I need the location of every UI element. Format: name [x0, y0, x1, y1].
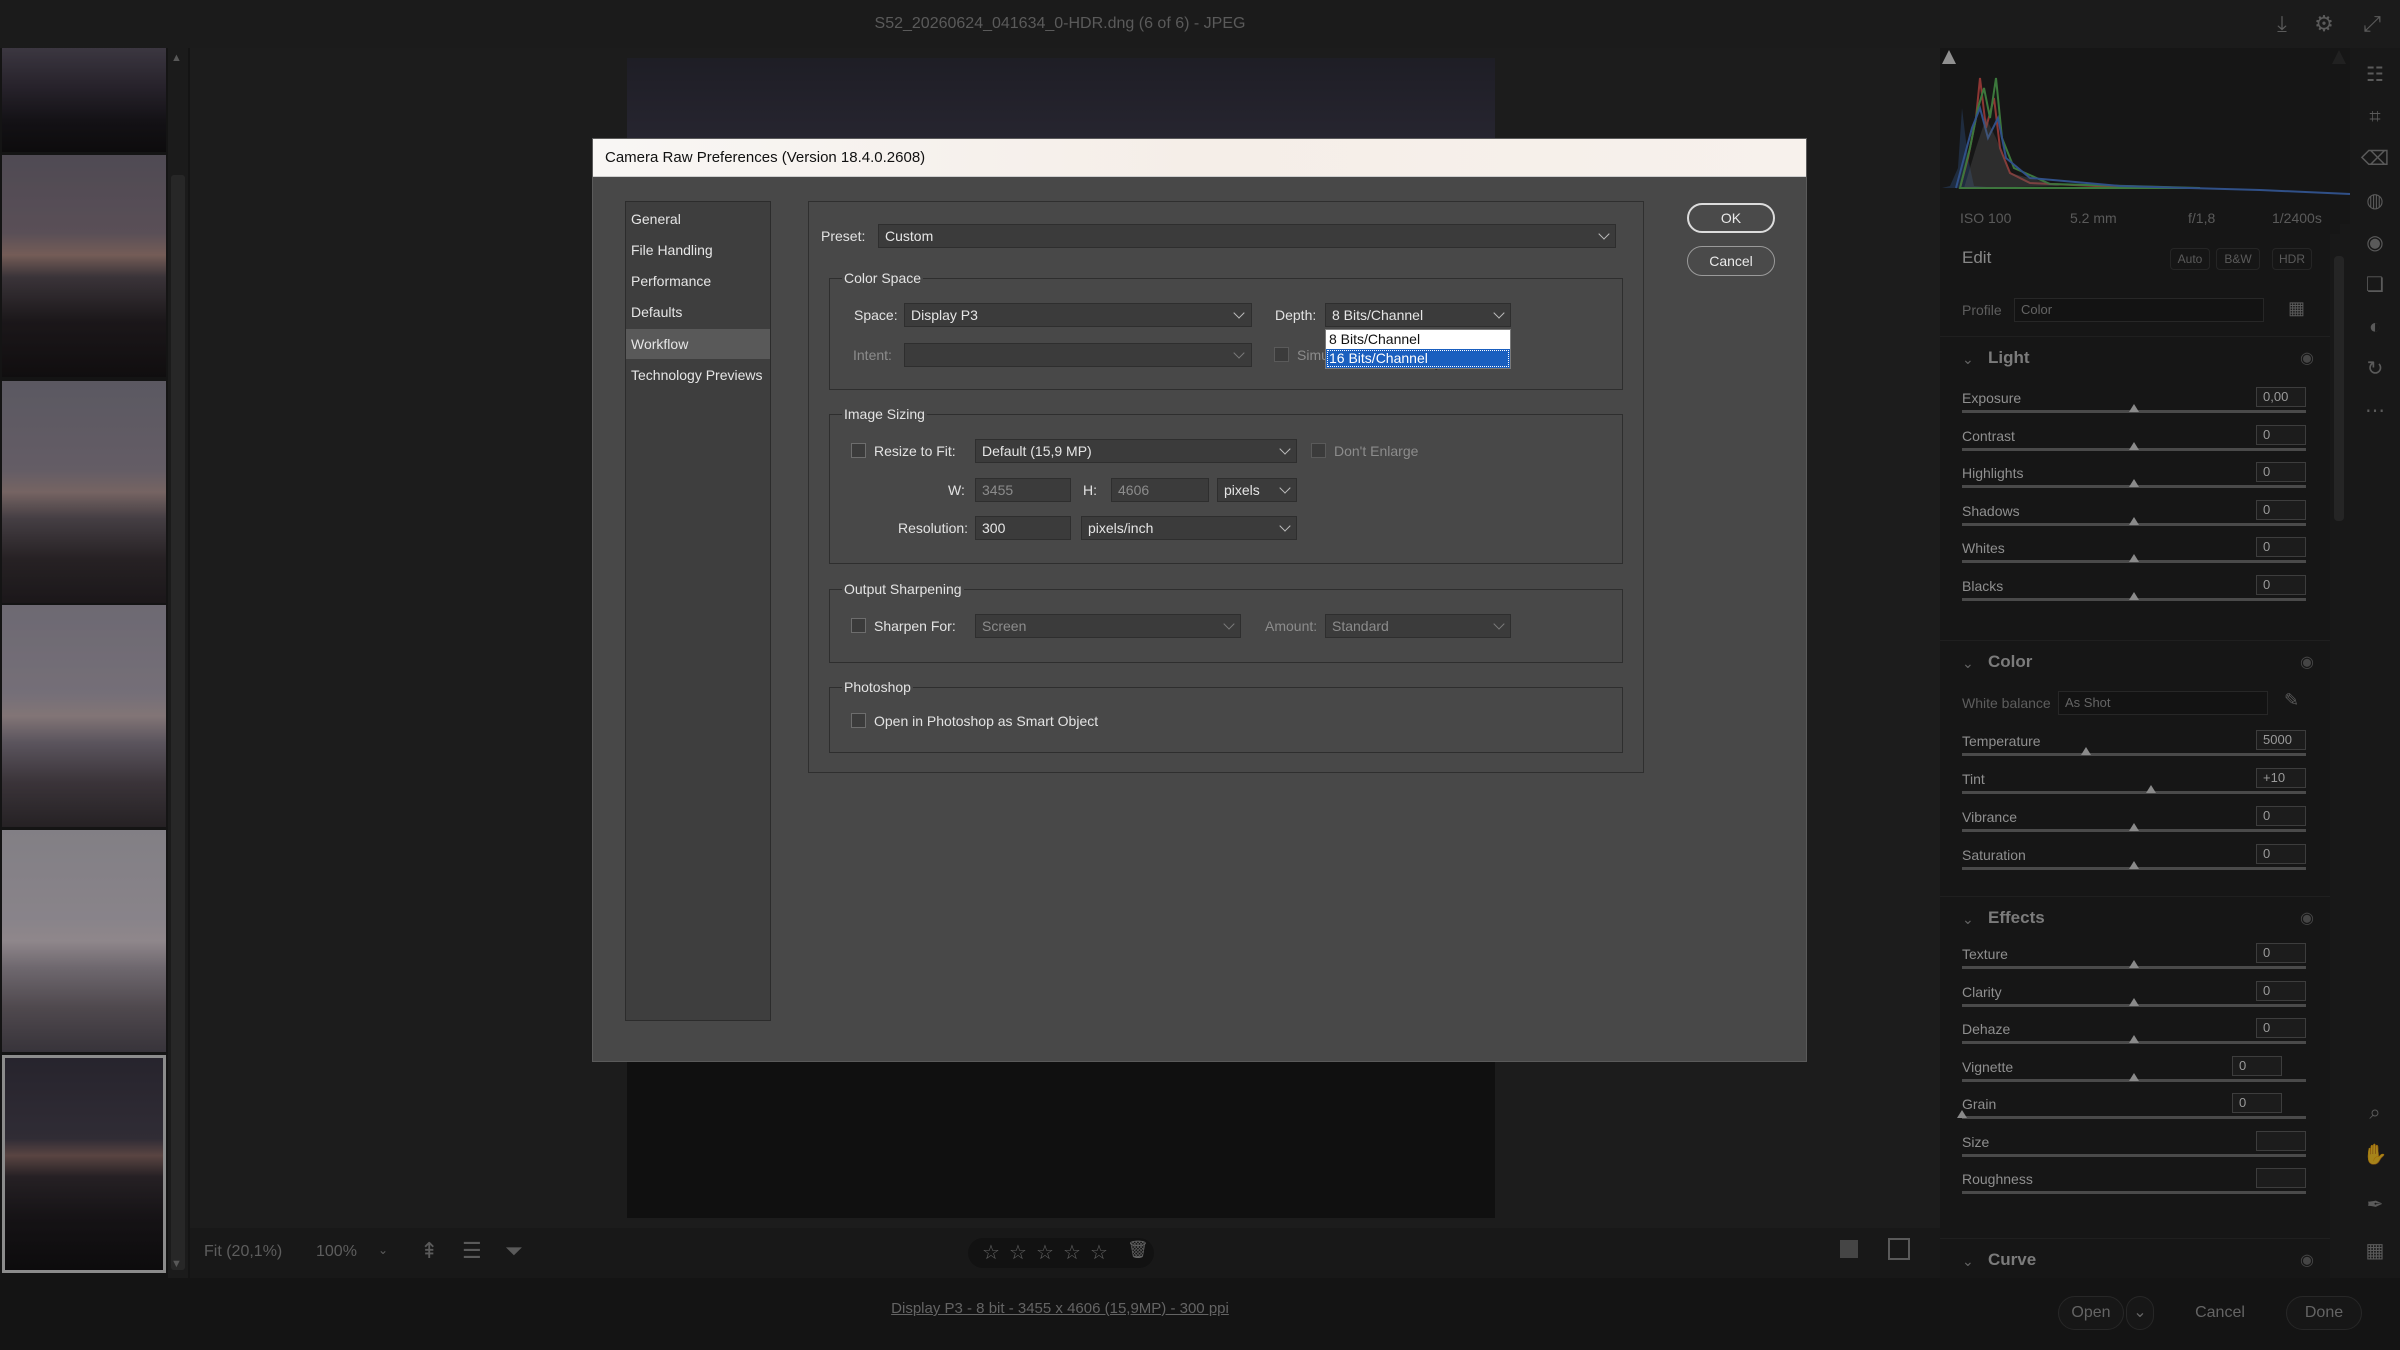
slider-label: Vignette: [1962, 1058, 2014, 1075]
color-space-title: Color Space: [842, 270, 924, 286]
resize-to-fit-select[interactable]: Default (15,9 MP): [975, 439, 1297, 463]
resolution-input[interactable]: 300: [975, 516, 1071, 540]
slider-value-input[interactable]: 0: [2256, 574, 2306, 595]
slider-handle[interactable]: [2129, 591, 2139, 600]
slider-handle[interactable]: [1957, 1110, 1967, 1118]
slider-value-input[interactable]: +10: [2256, 768, 2306, 788]
nav-defaults[interactable]: Defaults: [626, 297, 770, 327]
resolution-unit-select[interactable]: pixels/inch: [1081, 516, 1297, 540]
preset-select[interactable]: Custom: [878, 224, 1616, 248]
slider-label: Exposure: [1962, 390, 2022, 406]
nav-workflow[interactable]: Workflow: [626, 329, 770, 359]
space-label: Space:: [854, 307, 898, 323]
resize-to-fit-label: Resize to Fit:: [874, 443, 956, 459]
smart-object-label: Open in Photoshop as Smart Object: [874, 713, 1099, 729]
nav-technology-previews[interactable]: Technology Previews: [626, 360, 770, 390]
simulate-paper-ink-checkbox[interactable]: [1274, 347, 1289, 362]
dont-enlarge-checkbox[interactable]: [1311, 443, 1326, 458]
slider-handle[interactable]: [2129, 554, 2139, 562]
intent-select[interactable]: [904, 343, 1252, 367]
slider-label: Texture: [1962, 946, 2008, 962]
slider-label: Blacks: [1962, 577, 2004, 594]
preset-label: Preset:: [821, 228, 866, 244]
sharpen-for-label: Sharpen For:: [874, 618, 956, 634]
dont-enlarge-label: Don't Enlarge: [1334, 443, 1419, 459]
slider-value-input[interactable]: 0: [2256, 980, 2306, 1001]
photoshop-title: Photoshop: [842, 679, 913, 695]
smart-object-checkbox[interactable]: [851, 713, 866, 728]
space-select[interactable]: Display P3: [904, 303, 1252, 327]
sharpen-for-select[interactable]: Screen: [975, 614, 1241, 638]
slider-label: Shadows: [1962, 502, 2020, 519]
slider-handle[interactable]: [2080, 747, 2091, 755]
height-label: H:: [1083, 482, 1097, 498]
slider-handle[interactable]: [2129, 441, 2139, 450]
width-input[interactable]: 3455: [975, 478, 1071, 502]
slider-label: Whites: [1962, 540, 2005, 556]
slider-track[interactable]: [1962, 753, 2306, 756]
slider-handle[interactable]: [2129, 823, 2139, 831]
slider-value-input[interactable]: 0: [2232, 1093, 2282, 1113]
nav-general[interactable]: General: [626, 204, 770, 234]
slider-track[interactable]: [1962, 1153, 2306, 1157]
slider-label: Dehaze: [1962, 1021, 2011, 1037]
slider-label: Clarity: [1962, 983, 2002, 1000]
dialog-title: Camera Raw Preferences (Version 18.4.0.2…: [605, 149, 926, 166]
slider-handle[interactable]: [2129, 997, 2139, 1006]
slider-label: Temperature: [1962, 733, 2041, 749]
slider-value-input[interactable]: 0: [2256, 537, 2306, 557]
slider-label: Contrast: [1962, 427, 2015, 444]
resize-to-fit-checkbox[interactable]: [851, 443, 866, 458]
slider-value-input[interactable]: 0: [2256, 499, 2306, 520]
depth-option-16bit[interactable]: 16 Bits/Channel: [1326, 349, 1510, 368]
slider-value-input[interactable]: 0: [2232, 1055, 2282, 1076]
slider-handle[interactable]: [2129, 861, 2139, 869]
slider-label: Size: [1962, 1133, 1990, 1150]
depth-select[interactable]: 8 Bits/Channel: [1325, 303, 1511, 327]
slider-handle[interactable]: [2146, 785, 2157, 793]
slider-label: Saturation: [1962, 847, 2026, 863]
nav-performance[interactable]: Performance: [626, 266, 770, 296]
intent-label: Intent:: [853, 347, 892, 363]
slider-label: Tint: [1962, 771, 1985, 787]
image-sizing-title: Image Sizing: [842, 406, 927, 422]
slider-label: Roughness: [1962, 1171, 2033, 1187]
slider-label: Vibrance: [1962, 809, 2018, 825]
slider-track[interactable]: [1962, 1116, 2306, 1119]
slider-value-input[interactable]: 5000: [2256, 730, 2306, 750]
slider-value-input[interactable]: 0: [2256, 806, 2306, 826]
nav-file-handling[interactable]: File Handling: [626, 235, 770, 265]
slider-label: Highlights: [1962, 465, 2024, 481]
slider-track[interactable]: [1962, 1191, 2306, 1194]
sharpen-for-checkbox[interactable]: [851, 618, 866, 633]
slider-value-input[interactable]: 0: [2256, 844, 2306, 864]
slider-label: Grain: [1962, 1096, 1997, 1112]
slider-handle[interactable]: [2129, 960, 2139, 968]
slider-handle[interactable]: [2129, 1072, 2139, 1081]
slider-handle[interactable]: [2129, 1035, 2139, 1043]
slider-value-input[interactable]: [2256, 1168, 2306, 1188]
output-sharpening-title: Output Sharpening: [842, 581, 964, 597]
slider-value-input[interactable]: 0: [2256, 943, 2306, 963]
slider-value-input[interactable]: 0: [2256, 424, 2306, 445]
width-label: W:: [948, 482, 965, 498]
slider-value-input[interactable]: 0,00: [2256, 387, 2306, 407]
slider-value-input[interactable]: 0: [2256, 1018, 2306, 1038]
depth-option-8bit[interactable]: 8 Bits/Channel: [1326, 330, 1510, 349]
height-input[interactable]: 4606: [1111, 478, 1209, 502]
amount-label: Amount:: [1265, 618, 1318, 634]
dialog-cancel-button[interactable]: Cancel: [1687, 246, 1775, 276]
slider-handle[interactable]: [2129, 516, 2139, 525]
depth-label: Depth:: [1275, 307, 1317, 323]
slider-value-input[interactable]: [2256, 1130, 2306, 1151]
slider-track[interactable]: [1962, 791, 2306, 794]
slider-handle[interactable]: [2129, 404, 2139, 412]
camera-raw-window: S52_20260624_041634_0-HDR.dng (6 of 6) -…: [0, 0, 2400, 1350]
slider-value-input[interactable]: 0: [2256, 462, 2306, 482]
ok-button[interactable]: OK: [1687, 203, 1775, 233]
resolution-label: Resolution:: [898, 520, 969, 536]
amount-select[interactable]: Standard: [1325, 614, 1511, 638]
slider-handle[interactable]: [2129, 479, 2139, 487]
